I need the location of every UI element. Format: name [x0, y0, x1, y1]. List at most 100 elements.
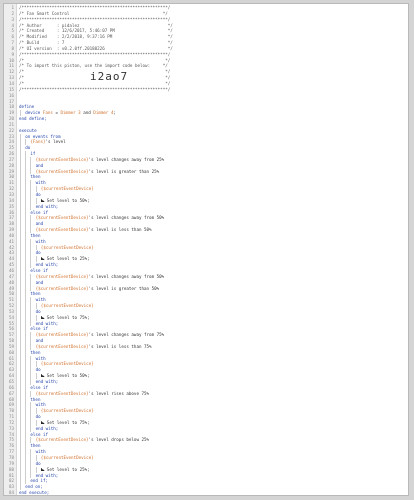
- keyword-token: and: [35, 279, 44, 285]
- text-token: 's level changes away from 50%: [88, 273, 165, 279]
- keyword-token: then: [30, 291, 41, 297]
- variable-token: {$currentEventDevice}: [35, 390, 89, 396]
- text-token: 's level: [45, 139, 66, 145]
- text-token: Set level to 25%;: [46, 466, 90, 472]
- text-token: 's level drops below 25%: [88, 437, 150, 443]
- text-token: Set level to 25%;: [46, 256, 90, 262]
- piston-code-viewer: 1/**************************************…: [3, 3, 409, 496]
- text-token: 's level changes away from 25%: [88, 156, 165, 162]
- keyword-token: do: [35, 250, 41, 256]
- keyword-token: end with;: [35, 425, 59, 431]
- variable-token: {Fans}: [30, 139, 46, 145]
- keyword-token: else if: [30, 431, 49, 437]
- text-token: =: [52, 110, 61, 116]
- text-token: 's level is less than 50%: [88, 227, 152, 233]
- text-token: 's level is less than 75%: [88, 343, 152, 349]
- variable-token: {$currentEventDevice}: [40, 186, 94, 192]
- text-token: ;: [113, 110, 116, 116]
- comment-token: /* Created : 12/6/2017, 5:46:07 PM */: [19, 28, 173, 34]
- signal-strength-icon: [40, 374, 45, 378]
- keyword-token: if: [30, 151, 36, 157]
- comment-token: /***************************************…: [19, 51, 171, 57]
- keyword-token: do: [35, 460, 41, 466]
- variable-token: {$currentEventDevice}: [40, 408, 94, 414]
- comment-token: /* */: [19, 57, 171, 63]
- variable-token: {$currentEventDevice}: [35, 168, 89, 174]
- keyword-token: with: [35, 297, 46, 303]
- keyword-token: do: [25, 145, 31, 151]
- keyword-token: execute: [19, 127, 37, 133]
- code-area: 1/**************************************…: [4, 5, 408, 496]
- text-token: 's level changes away from 50%: [88, 215, 165, 221]
- variable-token: {$currentEventDevice}: [40, 244, 94, 250]
- comment-token: /* To import this piston, use the import…: [19, 63, 168, 69]
- keyword-token: with: [35, 355, 46, 361]
- keyword-token: with: [35, 402, 46, 408]
- comment-token: /* Modified : 2/2/2018, 9:37:16 PM */: [19, 34, 173, 40]
- comment-token: /* Build : 7 */: [19, 40, 173, 46]
- variable-token: Dimmer 4: [93, 110, 114, 116]
- keyword-token: else if: [30, 209, 49, 215]
- keyword-token: then: [30, 396, 41, 402]
- keyword-token: do: [35, 367, 41, 373]
- keyword-token: end with;: [35, 472, 59, 478]
- code-line: 84 end execute;: [4, 490, 408, 496]
- text-token: Set level to 50%;: [46, 197, 90, 203]
- variable-token: {$currentEventDevice}: [35, 227, 89, 233]
- text-token: and: [80, 110, 94, 116]
- comment-token: /***************************************…: [19, 86, 171, 92]
- variable-token: {$currentEventDevice}: [35, 215, 89, 221]
- text-token: Set level to 75%;: [46, 314, 90, 320]
- comment-token: /* */: [19, 80, 171, 86]
- keyword-token: and: [35, 338, 44, 344]
- keyword-token: end define;: [19, 116, 47, 122]
- keyword-token: device: [25, 110, 43, 116]
- variable-token: {$currentEventDevice}: [35, 343, 89, 349]
- comment-token: /* UI version : v0.2.0ff.20180226 */: [19, 45, 173, 51]
- code-text: end execute;: [19, 490, 49, 496]
- text-token: 's level changes away from 75%: [88, 332, 165, 338]
- keyword-token: on events from: [25, 133, 61, 139]
- keyword-token: else if: [30, 326, 49, 332]
- comment-token: /* Author : pidalez */: [19, 22, 173, 28]
- text-token: 's level rises above 75%: [88, 390, 150, 396]
- signal-strength-icon: [40, 198, 45, 202]
- comment-token: /* Fan Smart Control */: [19, 10, 168, 16]
- variable-token: {$currentEventDevice}: [35, 273, 89, 279]
- text-token: Set level to 75%;: [46, 419, 90, 425]
- keyword-token: then: [30, 232, 41, 238]
- variable-token: {$currentEventDevice}: [40, 361, 94, 367]
- variable-token: Dimmer 3: [60, 110, 81, 116]
- keyword-token: then: [30, 174, 41, 180]
- keyword-token: end with;: [35, 320, 59, 326]
- keyword-token: end on;: [25, 484, 43, 490]
- variable-token: {$currentEventDevice}: [35, 156, 89, 162]
- keyword-token: end if;: [30, 478, 49, 484]
- keyword-token: with: [35, 180, 46, 186]
- variable-token: {$currentEventDevice}: [35, 332, 89, 338]
- comment-token: /***************************************…: [19, 16, 171, 22]
- text-token: 's level is greater than 25%: [88, 168, 160, 174]
- signal-strength-icon: [40, 257, 45, 261]
- keyword-token: else if: [30, 384, 49, 390]
- keyword-token: with: [35, 238, 46, 244]
- signal-strength-icon: [40, 315, 45, 319]
- comment-token: /***************************************…: [19, 5, 171, 10]
- keyword-token: end with;: [35, 379, 59, 384]
- variable-token: {$currentEventDevice}: [40, 303, 94, 309]
- variable-token: Fans: [42, 110, 53, 116]
- keyword-token: do: [35, 308, 41, 314]
- variable-token: {$currentEventDevice}: [40, 454, 94, 460]
- keyword-token: do: [35, 192, 41, 197]
- keyword-token: with: [35, 449, 46, 455]
- keyword-token: then: [30, 443, 41, 449]
- keyword-token: and: [35, 162, 44, 168]
- signal-strength-icon: [40, 420, 45, 424]
- keyword-token: end with;: [35, 203, 59, 209]
- keyword-token: else if: [30, 267, 49, 273]
- signal-strength-icon: [40, 467, 45, 471]
- variable-token: {$currentEventDevice}: [35, 437, 89, 443]
- keyword-token: and: [35, 221, 44, 227]
- import-code: i2ao7: [90, 70, 129, 84]
- text-token: 's level is greater than 50%: [88, 285, 160, 291]
